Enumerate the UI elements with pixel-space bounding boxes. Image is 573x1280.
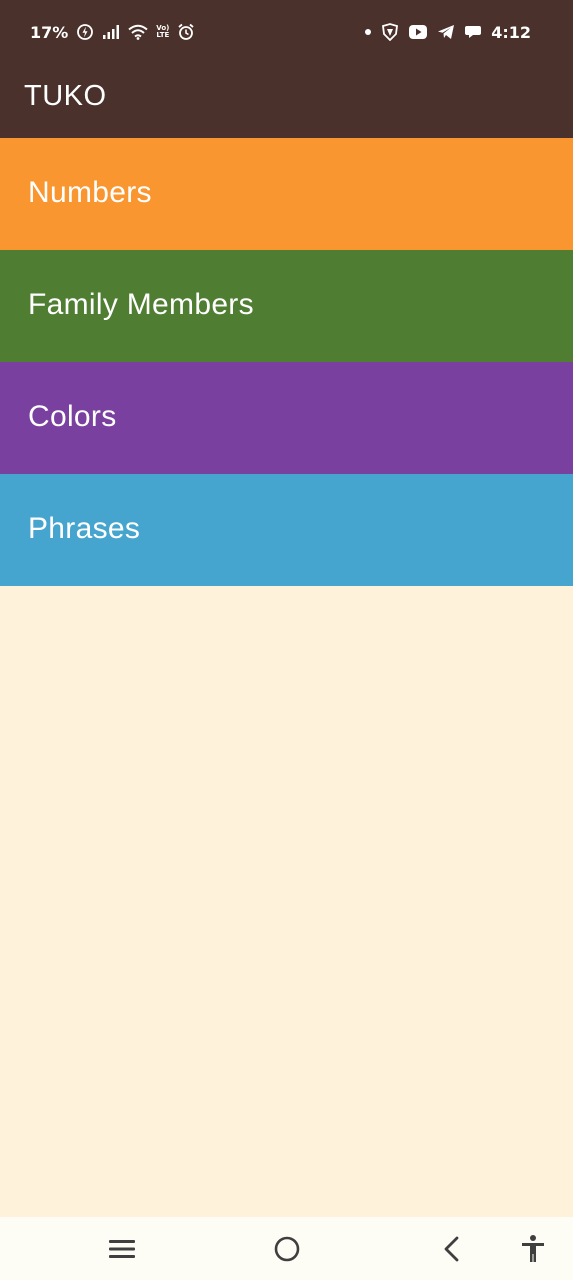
home-icon [273,1235,301,1263]
notification-dot-icon [364,28,372,36]
system-navigation-bar [0,1217,573,1280]
category-label: Family Members [28,288,254,321]
accessibility-button[interactable] [515,1231,551,1267]
category-colors[interactable]: Colors [0,362,573,474]
menu-button[interactable] [104,1231,140,1267]
vpn-shield-icon [381,23,399,41]
app-bar: TUKO [0,64,573,138]
youtube-icon [408,24,428,40]
battery-percentage: 17% [30,22,69,42]
status-left: 17% Vo) LTE [30,20,203,44]
category-phrases[interactable]: Phrases [0,474,573,586]
alarm-icon [177,23,195,41]
accessibility-icon [520,1234,546,1264]
back-button[interactable] [433,1231,469,1267]
category-label: Phrases [28,512,141,545]
clock-time: 4:12 [491,22,531,42]
app-title: TUKO [24,80,107,112]
wifi-icon [128,24,148,40]
menu-icon [108,1238,136,1260]
battery-saver-icon [76,23,94,41]
category-numbers[interactable]: Numbers [0,138,573,250]
category-label: Colors [28,400,117,433]
signal-icon [102,24,120,40]
volte-indicator: Vo) LTE [156,25,169,39]
category-label: Numbers [28,176,152,209]
volte-bottom-text: LTE [156,31,170,39]
status-bar: 17% Vo) LTE 4:12 [0,0,573,64]
status-right: 4:12 [355,20,531,44]
chat-bubble-icon [464,24,482,40]
telegram-icon [437,24,455,40]
back-icon [441,1235,461,1263]
home-button[interactable] [269,1231,305,1267]
category-family-members[interactable]: Family Members [0,250,573,362]
